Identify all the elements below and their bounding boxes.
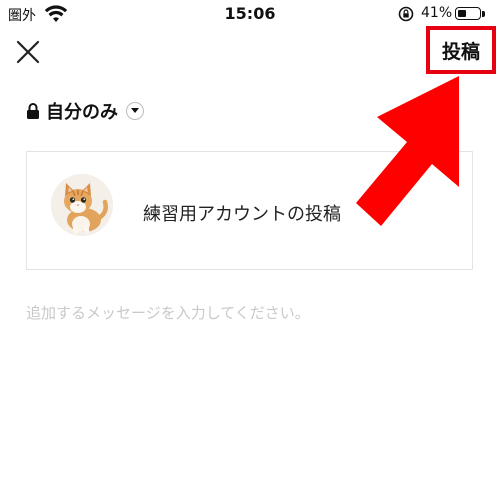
battery-icon (455, 7, 481, 20)
shared-post-card[interactable]: 練習用アカウントの投稿 (26, 151, 473, 270)
post-button[interactable]: 投稿 (442, 37, 480, 64)
message-input[interactable] (26, 298, 473, 328)
battery-tip (482, 11, 485, 17)
battery-level (458, 10, 466, 17)
lock-icon (27, 103, 39, 119)
close-icon[interactable] (14, 38, 42, 66)
post-button-highlight[interactable]: 投稿 (426, 26, 496, 74)
privacy-label: 自分のみ (46, 102, 118, 123)
status-bar: 圏外 15:06 41% (0, 0, 500, 30)
privacy-selector[interactable]: 自分のみ (26, 98, 144, 124)
chevron-down-icon[interactable] (126, 102, 144, 120)
kitten-avatar (51, 174, 113, 236)
battery-percent: 41% (421, 5, 453, 21)
rotation-lock-icon (398, 6, 414, 22)
shared-post-title: 練習用アカウントの投稿 (143, 204, 341, 225)
